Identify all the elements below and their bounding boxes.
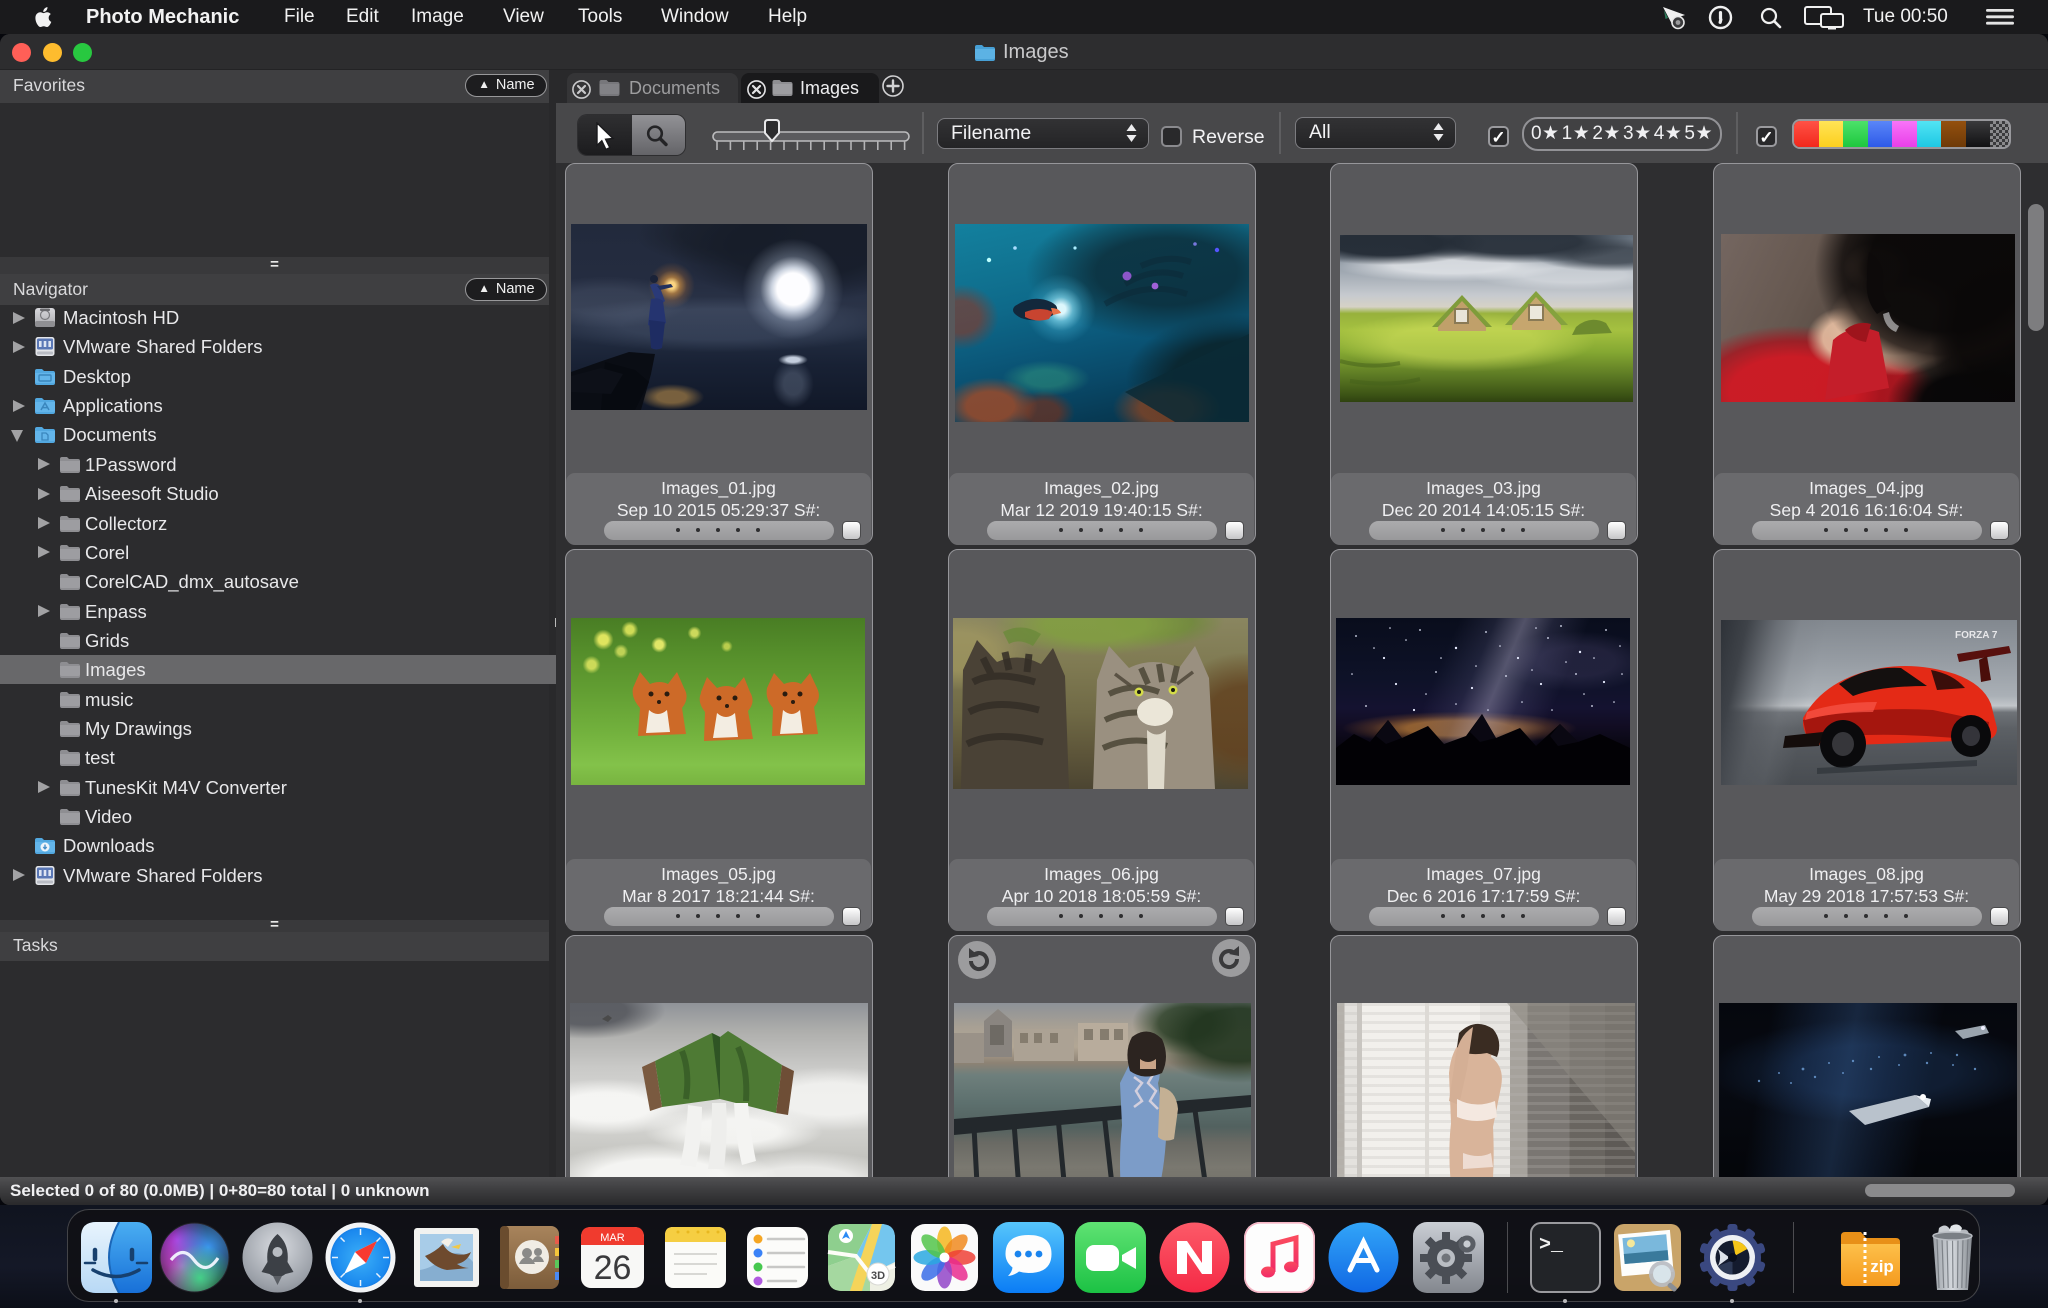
svg-text:FORZA 7: FORZA 7 <box>1955 630 1998 641</box>
svg-text:MAR: MAR <box>600 1232 625 1244</box>
svg-text:zip: zip <box>1870 1257 1894 1276</box>
svg-text:3D: 3D <box>870 1270 884 1282</box>
svg-text:>_: >_ <box>1539 1234 1564 1257</box>
svg-text:26: 26 <box>593 1249 631 1287</box>
